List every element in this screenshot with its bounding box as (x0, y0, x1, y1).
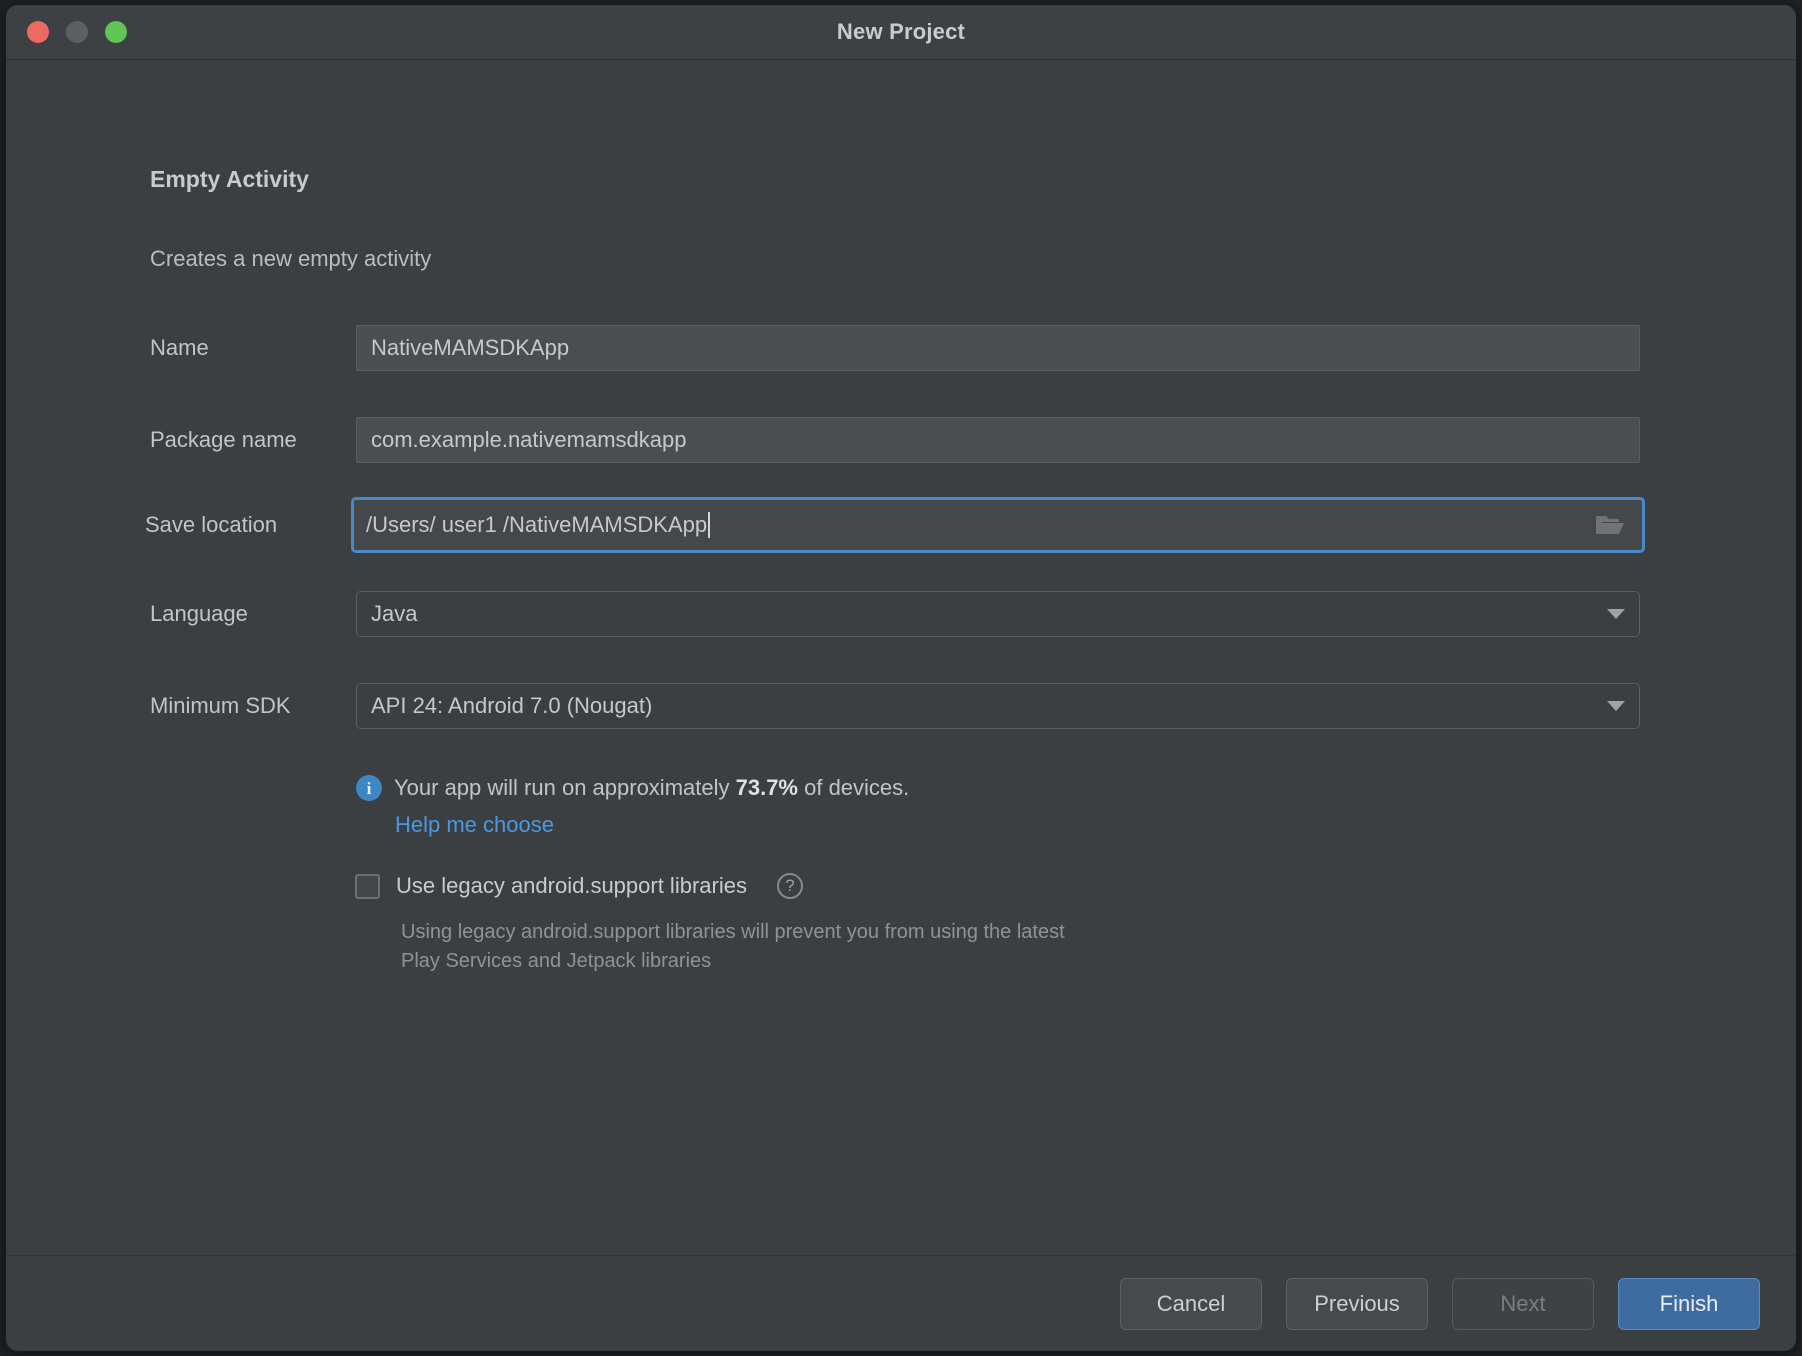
dialog-body: Empty Activity Creates a new empty activ… (6, 60, 1796, 1255)
close-button[interactable] (27, 21, 49, 43)
window-titlebar: New Project (6, 5, 1796, 60)
window-title: New Project (6, 19, 1796, 45)
chevron-down-icon[interactable] (1607, 701, 1625, 711)
legacy-libraries-checkbox[interactable] (355, 874, 380, 899)
label-package-name: Package name (150, 427, 356, 453)
help-me-choose-link[interactable]: Help me choose (395, 812, 554, 838)
language-select[interactable]: Java (356, 591, 1640, 637)
name-input[interactable]: NativeMAMSDKApp (356, 325, 1640, 371)
field-row-language: Language Java (150, 591, 1640, 637)
previous-button[interactable]: Previous (1286, 1278, 1428, 1330)
text-caret (708, 512, 710, 538)
label-language: Language (150, 601, 356, 627)
sdk-coverage-percent: 73.7% (736, 775, 798, 800)
minimum-sdk-select[interactable]: API 24: Android 7.0 (Nougat) (356, 683, 1640, 729)
legacy-libraries-label[interactable]: Use legacy android.support libraries (396, 873, 747, 899)
page-title: Empty Activity (150, 166, 309, 193)
next-button: Next (1452, 1278, 1594, 1330)
zoom-button[interactable] (105, 21, 127, 43)
sdk-coverage-text-before: Your app will run on approximately (394, 775, 736, 800)
dialog-footer: Cancel Previous Next Finish (6, 1255, 1796, 1351)
info-icon: i (356, 775, 382, 801)
folder-icon[interactable] (1590, 509, 1630, 541)
package-name-input-value: com.example.nativemamsdkapp (371, 427, 686, 453)
legacy-libraries-description: Using legacy android.support libraries w… (401, 918, 1101, 976)
window-controls (27, 21, 127, 43)
new-project-dialog: New Project Empty Activity Creates a new… (6, 5, 1796, 1351)
save-location-input-value: /Users/ user1 /NativeMAMSDKApp (366, 512, 707, 538)
field-row-save-location: Save location /Users/ user1 /NativeMAMSD… (145, 497, 1645, 553)
label-name: Name (150, 335, 356, 361)
save-location-input[interactable]: /Users/ user1 /NativeMAMSDKApp (351, 497, 1645, 553)
package-name-input[interactable]: com.example.nativemamsdkapp (356, 417, 1640, 463)
label-save-location: Save location (145, 512, 351, 538)
cancel-button[interactable]: Cancel (1120, 1278, 1262, 1330)
name-input-value: NativeMAMSDKApp (371, 335, 569, 361)
page-subtitle: Creates a new empty activity (150, 246, 431, 272)
field-row-package-name: Package name com.example.nativemamsdkapp (150, 417, 1640, 463)
minimize-button[interactable] (66, 21, 88, 43)
minimum-sdk-select-value: API 24: Android 7.0 (Nougat) (371, 693, 652, 719)
sdk-coverage-text-after: of devices. (798, 775, 909, 800)
help-circle-icon[interactable]: ? (777, 873, 803, 899)
language-select-value: Java (371, 601, 417, 627)
sdk-coverage-text: Your app will run on approximately 73.7%… (394, 775, 909, 801)
field-row-minimum-sdk: Minimum SDK API 24: Android 7.0 (Nougat) (150, 683, 1640, 729)
label-minimum-sdk: Minimum SDK (150, 693, 356, 719)
chevron-down-icon[interactable] (1607, 609, 1625, 619)
finish-button[interactable]: Finish (1618, 1278, 1760, 1330)
sdk-coverage-info: i Your app will run on approximately 73.… (356, 775, 909, 801)
field-row-name: Name NativeMAMSDKApp (150, 325, 1640, 371)
legacy-libraries-row: Use legacy android.support libraries ? (355, 873, 803, 899)
